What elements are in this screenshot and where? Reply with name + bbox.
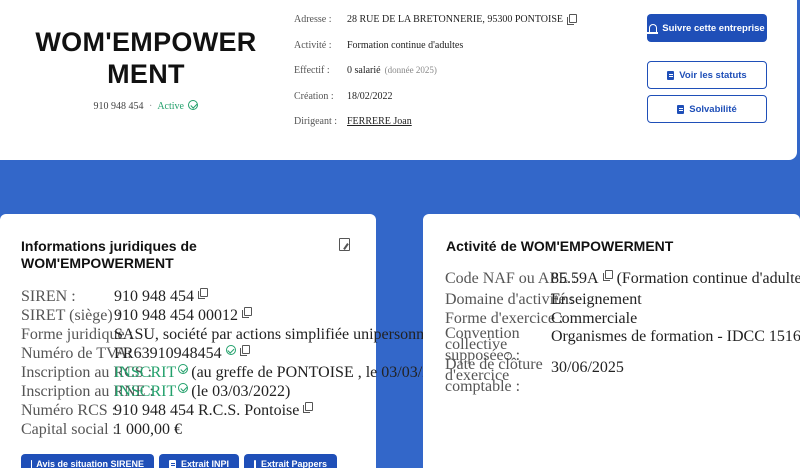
closing-label-line2: d'exercice comptable : (445, 367, 521, 395)
company-header: WOM'EMPOWERMENT 910 948 454 · Active Adr… (0, 0, 797, 160)
inpi-label: Extrait INPI (180, 459, 229, 468)
headcount-note: (donnée 2025) (384, 65, 437, 75)
edit-icon[interactable] (339, 238, 350, 251)
legal-row-capital: Capital social : 1 000,00 € (21, 421, 182, 439)
status-badge: Active (157, 101, 184, 112)
activity-row-domain: Domaine d'activité : Enseignement (445, 291, 642, 309)
row-value: 910 948 454 00012 (114, 307, 238, 324)
row-value: Enseignement (551, 291, 642, 308)
inpi-extract-button[interactable]: Extrait INPI (159, 454, 239, 468)
row-label: Date de clôture d'exercice comptable : (445, 357, 551, 395)
row-label: Numéro de TVA: (21, 345, 132, 362)
sirene-label: Avis de situation SIRENE (36, 459, 144, 468)
creation-date: 18/02/2022 (347, 90, 393, 102)
document-icon (677, 104, 685, 114)
row-label: Forme juridique : (21, 326, 133, 343)
check-circle-icon (178, 364, 189, 374)
legal-info-card: Informations juridiques de WOM'EMPOWERME… (0, 214, 463, 468)
row-value: 30/06/2025 (551, 359, 624, 376)
copy-icon[interactable] (602, 270, 613, 281)
address-value: 28 RUE DE LA BRETONNERIE, 95300 PONTOISE (347, 14, 564, 25)
header-siren: 910 948 454 (93, 101, 144, 112)
copy-icon[interactable] (567, 14, 578, 25)
view-statuts-button[interactable]: Voir les statuts (647, 61, 767, 89)
follow-label: Suivre cette entreprise (662, 22, 765, 34)
row-value: 910 948 454 R.C.S. Pontoise (114, 402, 300, 419)
info-label: Adresse : (294, 14, 332, 25)
statuts-label: Voir les statuts (679, 69, 747, 81)
legal-info-title: Informations juridiques de WOM'EMPOWERME… (21, 238, 197, 271)
follow-company-button[interactable]: Suivre cette entreprise (647, 14, 767, 42)
document-icon (169, 459, 176, 468)
copy-icon[interactable] (242, 307, 252, 318)
company-summary: Adresse : 28 RUE DE LA BRETONNERIE, 9530… (294, 14, 578, 142)
solvency-label: Solvabilité (689, 103, 737, 115)
info-label: Effectif : (294, 65, 330, 76)
info-label: Activité : (294, 39, 332, 51)
row-label: Capital social : (21, 421, 117, 438)
rne-detail: (le 03/03/2022) (191, 383, 291, 400)
row-value: Organismes de formation - IDCC 1516 (551, 328, 800, 345)
row-label: SIRET (siège) : (21, 307, 122, 324)
copy-icon[interactable] (239, 345, 250, 356)
check-circle-icon (188, 100, 199, 110)
row-value: 910 948 454 (114, 288, 194, 305)
info-creation: Création : 18/02/2022 (294, 91, 577, 117)
row-label: SIREN : (21, 288, 76, 305)
info-director: Dirigeant : FERRERE Joan (294, 116, 577, 142)
legal-row-rcs: Inscription au RCS : INSCRIT (au greffe … (21, 364, 463, 382)
legal-row-siren: SIREN : 910 948 454 (21, 288, 208, 306)
pappers-label: Extrait Pappers (260, 459, 327, 468)
rcs-status: INSCRIT (114, 364, 177, 381)
row-value: Commerciale (551, 310, 638, 327)
company-name: WOM'EMPOWERMENT (35, 27, 257, 89)
row-value: SASU, société par actions simplifiée uni… (114, 326, 448, 343)
row-label: Inscription au RNE : (21, 383, 154, 400)
pappers-extract-button[interactable]: Extrait Pappers (244, 454, 337, 468)
naf-description: (Formation continue d'adultes) (616, 270, 800, 287)
legal-row-form: Forme juridique : SASU, société par acti… (21, 326, 447, 344)
legal-row-rcs-number: Numéro RCS : 910 948 454 R.C.S. Pontoise (21, 402, 314, 420)
activity-title: Activité de WOM'EMPOWERMENT (446, 238, 674, 254)
activity-row-closing-date: Date de clôture d'exercice comptable : 3… (445, 357, 624, 395)
separator: · (149, 101, 153, 112)
bell-icon (647, 23, 659, 34)
info-headcount: Effectif : 0 salarié (donnée 2025) (294, 65, 577, 91)
solvency-button[interactable]: Solvabilité (647, 95, 767, 123)
naf-code: 85.59A (551, 270, 599, 287)
activity-row-naf: Code NAF ou APE : 85.59A (Formation cont… (445, 270, 800, 288)
check-circle-icon (178, 383, 189, 393)
sirene-notice-button[interactable]: Avis de situation SIRENE (21, 454, 154, 468)
row-value: FR63910948454 (114, 345, 222, 362)
copy-icon[interactable] (303, 402, 314, 413)
activity-card: Activité de WOM'EMPOWERMENT Code NAF ou … (423, 214, 800, 468)
row-label: Inscription au RCS : (21, 364, 153, 381)
activity-value: Formation continue d'adultes (347, 39, 464, 51)
row-label: Domaine d'activité : (445, 291, 575, 308)
rne-status: INSCRIT (114, 383, 177, 400)
company-id-line: 910 948 454 · Active (30, 100, 262, 112)
document-icon (667, 70, 675, 80)
legal-row-rne: Inscription au RNE : INSCRIT (le 03/03/2… (21, 383, 290, 401)
headcount-value: 0 salarié (donnée 2025) (347, 65, 437, 76)
document-icon (254, 459, 260, 468)
legal-row-siret: SIRET (siège) : 910 948 454 00012 (21, 307, 252, 325)
info-address: Adresse : 28 RUE DE LA BRETONNERIE, 9530… (294, 14, 578, 40)
info-activity: Activité : Formation continue d'adultes (294, 40, 577, 66)
info-label: Création : (294, 90, 334, 102)
check-circle-icon (225, 345, 236, 355)
row-value: 1 000,00 € (114, 421, 182, 438)
row-label: Numéro RCS : (21, 402, 117, 419)
row-label: Code NAF ou APE : (445, 270, 577, 287)
headcount-number: 0 salarié (347, 65, 381, 76)
director-link[interactable]: FERRERE Joan (347, 116, 412, 127)
legal-row-vat: Numéro de TVA: FR63910948454 (21, 345, 250, 363)
info-label: Dirigeant : (294, 116, 338, 127)
copy-icon[interactable] (198, 288, 208, 299)
